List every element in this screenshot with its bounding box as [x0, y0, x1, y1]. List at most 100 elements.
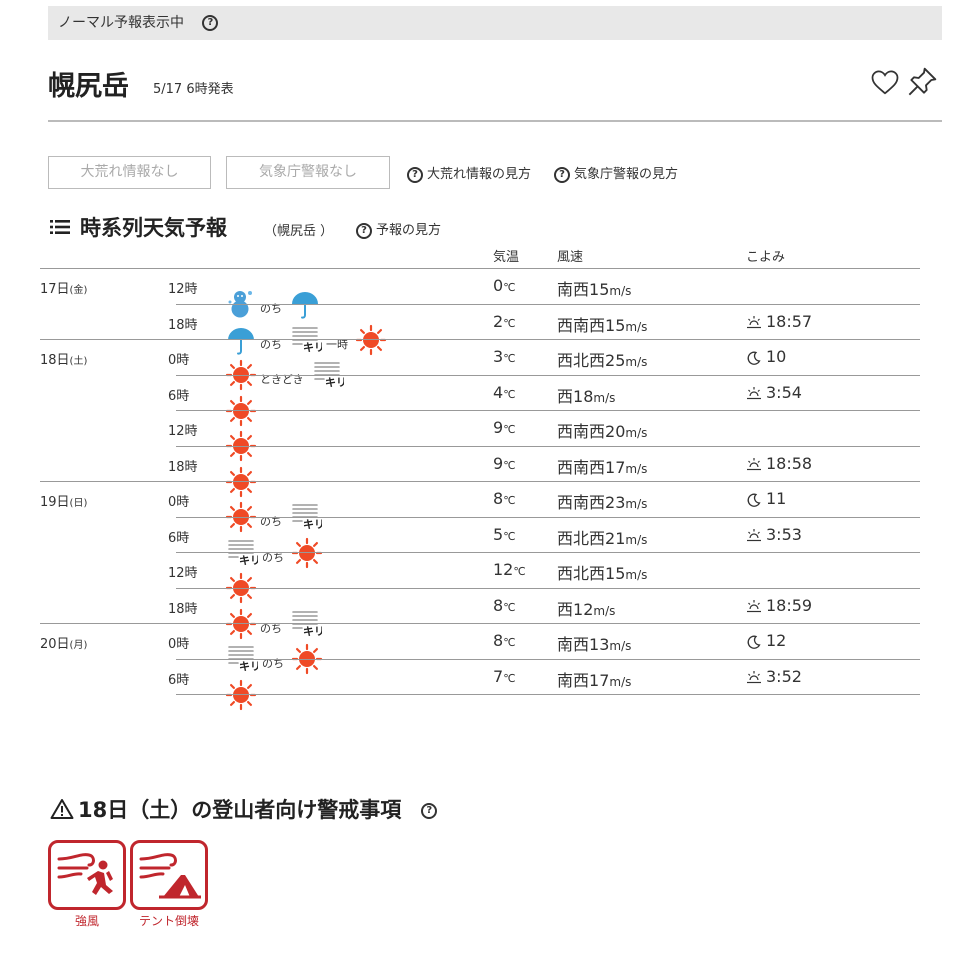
- col-header-koyomi: こよみ: [746, 250, 786, 265]
- wind-speed: 15: [589, 280, 610, 299]
- storm-info-box: 大荒れ情報なし: [48, 156, 211, 189]
- question-circle-icon: ?: [407, 166, 423, 183]
- jma-warning-box: 気象庁警報なし: [226, 156, 390, 189]
- temp-unit: ℃: [503, 494, 516, 507]
- weather-cell: のち キリ: [226, 501, 386, 537]
- temp-value: 8℃: [493, 596, 516, 615]
- strong-wind-label: 強風: [74, 914, 99, 928]
- weather-cell: キリ のち: [226, 643, 386, 679]
- koyomi-value: 10: [746, 347, 786, 366]
- temp-number: 7: [493, 666, 504, 686]
- time-label: 12時: [168, 566, 198, 581]
- weather-cell: [226, 395, 386, 431]
- weather-transition-text: のち: [262, 550, 284, 564]
- wind-unit: m/s: [625, 532, 648, 547]
- row-divider: [176, 410, 920, 411]
- temp-unit: ℃: [503, 636, 516, 649]
- header-divider: [48, 120, 942, 122]
- koyomi-text: 12: [766, 631, 787, 650]
- temp-number: 9: [493, 453, 504, 473]
- wind-speed: 18: [573, 386, 594, 406]
- koyomi-value: 18:58: [746, 454, 812, 473]
- time-label: 0時: [168, 495, 190, 510]
- row-divider: [176, 587, 920, 589]
- svg-text:キリ: キリ: [303, 518, 322, 531]
- sun-icon: [226, 430, 257, 462]
- date-dow: (日): [69, 498, 88, 509]
- koyomi-text: 3:52: [766, 666, 802, 686]
- wind-speed: 15: [605, 564, 626, 583]
- temp-unit: ℃: [513, 565, 526, 578]
- weather-transition-text: のち: [260, 337, 282, 351]
- wind-unit: m/s: [609, 284, 632, 298]
- date-day: 19日: [40, 495, 70, 510]
- storm-help-label: 大荒れ情報の見方: [427, 167, 532, 182]
- row-divider: [176, 694, 920, 695]
- umbrella-icon: [292, 292, 318, 319]
- wind-speed: 17: [605, 457, 626, 477]
- sun-icon: [226, 608, 257, 639]
- temp-value: 9℃: [493, 454, 516, 473]
- forecast-help-link[interactable]: ? 予報の見方: [356, 219, 441, 239]
- wind-unit: m/s: [625, 568, 648, 582]
- wind-unit: m/s: [609, 674, 632, 689]
- row-divider: [176, 552, 920, 553]
- wind-value: 南西13m/s: [557, 631, 631, 655]
- date-label: 19日(日): [40, 491, 87, 510]
- wind-direction: 西: [557, 386, 574, 406]
- sunrise-icon: [747, 387, 761, 400]
- row-divider: [176, 374, 920, 376]
- sun-icon: [356, 324, 387, 355]
- list-icon: [50, 220, 70, 234]
- time-label: 0時: [168, 637, 190, 652]
- time-label: 6時: [168, 388, 190, 404]
- heart-icon[interactable]: [870, 67, 900, 97]
- fog-icon: キリ: [228, 646, 258, 673]
- wind-direction: 西南西: [557, 457, 606, 477]
- sun-icon: [226, 501, 257, 533]
- mountaineer-warning-title: 18日（土）の登山者向け警戒事項?: [50, 794, 438, 824]
- storm-help-link[interactable]: ? 大荒れ情報の見方: [407, 163, 531, 183]
- strong-wind-icon: [57, 853, 113, 895]
- weather-transition-text: ときどき: [260, 373, 304, 386]
- temp-unit: ℃: [503, 600, 516, 614]
- koyomi-text: 18:57: [766, 311, 813, 331]
- wind-speed: 13: [589, 635, 610, 654]
- moon-icon: [747, 351, 761, 365]
- sun-icon: [226, 359, 257, 391]
- koyomi-text: 18:58: [766, 453, 813, 473]
- jma-help-link[interactable]: ? 気象庁警報の見方: [554, 163, 678, 183]
- weather-cell: のち: [226, 288, 386, 324]
- row-divider: [176, 268, 920, 269]
- koyomi-text: 3:54: [766, 382, 802, 402]
- temp-value: 2℃: [493, 312, 516, 331]
- row-divider: [176, 658, 920, 660]
- row-divider: [176, 481, 920, 482]
- koyomi-text: 11: [766, 489, 787, 508]
- fog-icon: キリ: [292, 326, 322, 354]
- date-label: 18日(土): [40, 349, 87, 368]
- weather-cell: [226, 679, 386, 715]
- date-divider: [40, 623, 176, 624]
- wind-value: 南西17m/s: [557, 667, 631, 691]
- sunset-icon: [747, 600, 761, 613]
- forecast-title-text: 時系列天気予報: [80, 216, 227, 240]
- question-circle-icon[interactable]: ?: [421, 803, 438, 819]
- date-divider: [40, 268, 176, 269]
- sunset-icon: [747, 458, 761, 471]
- pin-icon[interactable]: [906, 66, 938, 98]
- wind-speed: 20: [605, 422, 626, 441]
- sun-icon: [292, 537, 323, 568]
- svg-text:キリ: キリ: [325, 376, 344, 389]
- wind-unit: m/s: [625, 461, 648, 476]
- fog-icon: キリ: [292, 504, 322, 531]
- mode-bar: ノーマル予報表示中 ?: [48, 6, 942, 40]
- question-circle-icon[interactable]: ?: [202, 15, 219, 31]
- svg-text:キリ: キリ: [239, 660, 258, 673]
- temp-value: 5℃: [493, 525, 516, 544]
- jma-help-label: 気象庁警報の見方: [574, 167, 679, 182]
- moon-icon: [747, 635, 761, 649]
- date-day: 20日: [40, 637, 70, 652]
- time-label: 6時: [168, 672, 190, 688]
- temp-number: 0: [493, 276, 504, 295]
